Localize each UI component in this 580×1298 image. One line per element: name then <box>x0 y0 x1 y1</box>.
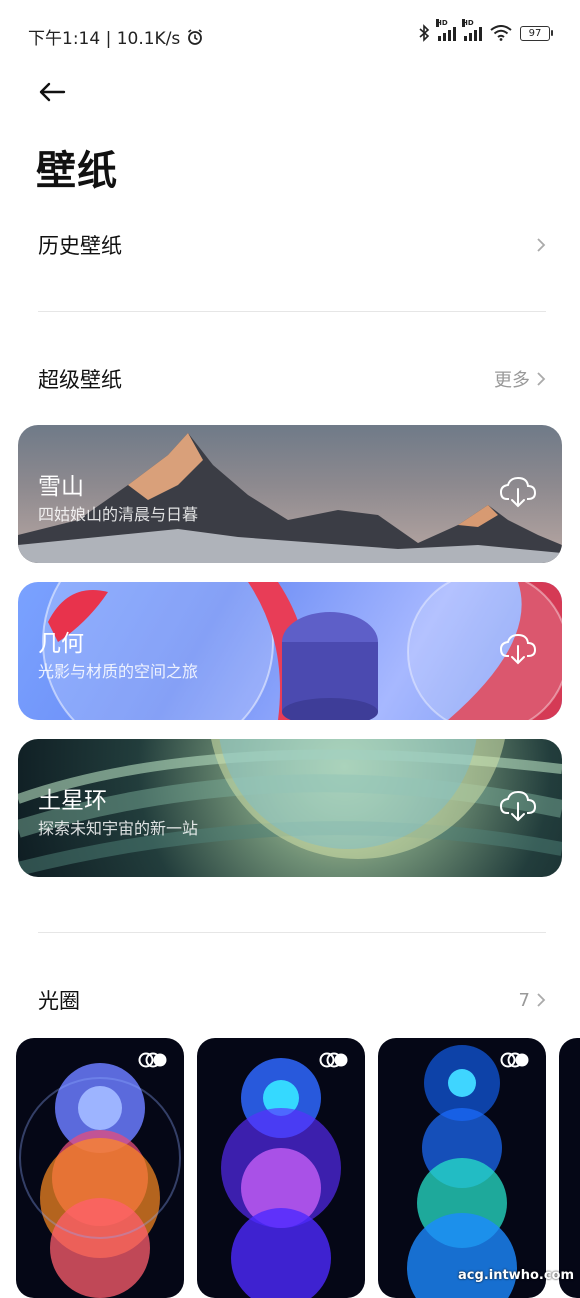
battery-icon: 97 <box>520 25 553 41</box>
battery-level: 97 <box>528 27 542 39</box>
page-title: 壁纸 <box>36 148 118 194</box>
card-subtitle: 探索未知宇宙的新一站 <box>38 819 199 838</box>
signal-1-icon: HD <box>436 19 456 41</box>
aperture-wallpaper-image <box>407 1045 517 1298</box>
chevron-right-icon <box>537 372 546 386</box>
card-title: 雪山 <box>38 474 84 500</box>
divider <box>38 311 546 312</box>
chevron-right-icon <box>537 993 546 1007</box>
chevron-right-icon <box>537 238 546 252</box>
wifi-icon <box>490 25 512 41</box>
geometry-image <box>42 582 562 720</box>
status-left: 下午1:14 | 10.1K/s <box>28 24 204 49</box>
aperture-thumbnail-partial[interactable] <box>559 1038 580 1298</box>
toggle-icon <box>319 1052 348 1068</box>
aperture-label: 光圈 <box>38 989 80 1013</box>
aperture-thumbnail[interactable] <box>197 1038 365 1298</box>
aperture-wallpaper-image <box>19 1063 181 1298</box>
bluetooth-icon <box>419 24 430 42</box>
cloud-download-icon[interactable] <box>500 475 536 509</box>
snow-mountain-image <box>18 433 562 563</box>
card-title: 土星环 <box>38 788 107 814</box>
status-right: HD HD 97 <box>418 19 553 42</box>
cloud-download-icon[interactable] <box>500 632 536 666</box>
cloud-download-icon[interactable] <box>500 789 536 823</box>
alarm-icon <box>188 28 203 45</box>
aperture-thumbnail[interactable] <box>16 1038 184 1298</box>
toggle-icon <box>138 1052 167 1068</box>
card-subtitle: 四姑娘山的清晨与日暮 <box>38 505 199 524</box>
super-wallpaper-more-link[interactable]: 更多 <box>494 366 546 392</box>
history-wallpaper-label: 历史壁纸 <box>38 234 122 258</box>
status-bar: 下午1:14 | 10.1K/s HD HD 97 <box>0 0 580 68</box>
more-label: 更多 <box>494 370 530 391</box>
toggle-icon <box>500 1052 529 1068</box>
back-arrow-icon[interactable] <box>36 76 68 108</box>
aperture-count: 7 <box>518 989 530 1011</box>
wallpaper-card-snow-mountain[interactable]: 雪山 四姑娘山的清晨与日暮 <box>18 425 562 563</box>
wallpaper-card-geometry[interactable]: 几何 光影与材质的空间之旅 <box>18 582 562 720</box>
aperture-thumbnail[interactable] <box>378 1038 546 1298</box>
card-subtitle: 光影与材质的空间之旅 <box>38 662 199 681</box>
aperture-wallpaper-image <box>221 1058 341 1298</box>
super-wallpaper-header: 超级壁纸 更多 <box>38 364 546 394</box>
wallpaper-card-saturn[interactable]: 土星环 探索未知宇宙的新一站 <box>18 739 562 877</box>
history-wallpaper-row[interactable]: 历史壁纸 <box>38 230 546 260</box>
super-wallpaper-label: 超级壁纸 <box>38 368 122 392</box>
card-title: 几何 <box>38 631 84 657</box>
aperture-header: 光圈 7 <box>38 985 546 1015</box>
aperture-more-link[interactable]: 7 <box>519 990 546 1011</box>
status-time: 下午1:14 | 10.1K/s <box>28 29 181 49</box>
signal-2-icon: HD <box>462 19 482 41</box>
watermark: acg.intwho.com <box>458 1268 574 1283</box>
divider <box>38 932 546 933</box>
